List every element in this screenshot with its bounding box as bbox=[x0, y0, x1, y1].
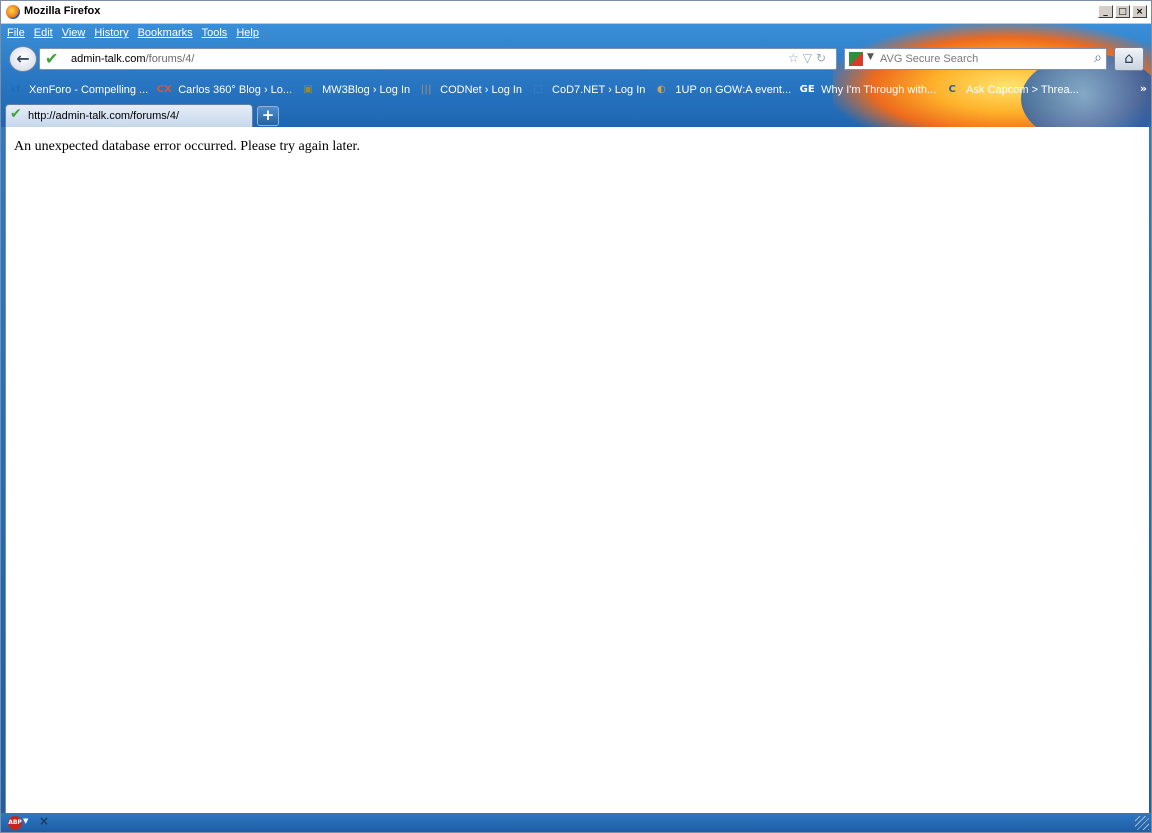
firefox-logo-icon bbox=[6, 5, 20, 19]
bookmark-star-icon[interactable]: ☆ bbox=[788, 51, 803, 65]
menu-history[interactable]: History bbox=[94, 27, 128, 39]
bookmark-favicon-icon: ⬚ bbox=[533, 84, 543, 95]
bookmark-item[interactable]: CX Carlos 360° Blog › Lo... bbox=[156, 82, 292, 98]
bookmarks-overflow-chevron-icon[interactable]: » bbox=[1140, 82, 1147, 95]
plus-icon: + bbox=[261, 106, 275, 124]
new-tab-button[interactable]: + bbox=[257, 106, 279, 126]
bookmark-favicon-icon: xf bbox=[9, 84, 21, 95]
url-path: /forums/4/ bbox=[145, 53, 195, 65]
bookmark-favicon-icon: GE bbox=[799, 84, 815, 95]
search-icon[interactable]: ⌕ bbox=[1094, 50, 1102, 66]
search-input[interactable]: AVG Secure Search bbox=[880, 53, 978, 65]
search-bar[interactable]: ▼ AVG Secure Search ⌕ bbox=[844, 48, 1107, 70]
bookmark-label: MW3Blog › Log In bbox=[322, 84, 411, 96]
error-message: An unexpected database error occurred. P… bbox=[14, 139, 360, 154]
bookmark-item[interactable]: ◐ 1UP on GOW:A event... bbox=[653, 82, 791, 98]
menu-tools[interactable]: Tools bbox=[202, 27, 228, 39]
reload-icon[interactable]: ↻ bbox=[816, 51, 830, 65]
site-identity-check-icon[interactable]: ✔ bbox=[45, 49, 58, 69]
title-bar: Mozilla Firefox _ □ × bbox=[1, 1, 1151, 24]
menu-bookmarks[interactable]: Bookmarks bbox=[138, 27, 193, 39]
tab-favicon-check-icon: ✔ bbox=[10, 106, 22, 122]
bookmark-item[interactable]: C Ask Capcom > Threa... bbox=[944, 82, 1079, 98]
browser-toolbar-area: File Edit View History Bookmarks Tools H… bbox=[1, 24, 1151, 127]
page-content: An unexpected database error occurred. P… bbox=[5, 127, 1149, 813]
window-controls: _ □ × bbox=[1098, 5, 1147, 18]
avg-icon[interactable] bbox=[849, 52, 863, 66]
bookmark-item[interactable]: ⬚ CoD7.NET › Log In bbox=[530, 82, 645, 98]
resize-grip-icon[interactable] bbox=[1135, 816, 1149, 830]
menu-view[interactable]: View bbox=[62, 27, 86, 39]
home-icon: ⌂ bbox=[1124, 49, 1134, 67]
tab-strip: ✔ http://admin-talk.com/forums/4/ + bbox=[1, 102, 1151, 127]
bookmark-label: Ask Capcom > Threa... bbox=[966, 84, 1079, 96]
bookmark-label: 1UP on GOW:A event... bbox=[675, 84, 792, 96]
bookmark-favicon-icon: ||| bbox=[420, 84, 432, 95]
url-dropdown-icon[interactable]: ▽ bbox=[803, 51, 816, 65]
bookmark-label: CoD7.NET › Log In bbox=[552, 84, 646, 96]
bookmark-item[interactable]: xf XenForo - Compelling ... bbox=[7, 82, 149, 98]
bookmark-favicon-icon: ◐ bbox=[657, 84, 666, 95]
maximize-button[interactable]: □ bbox=[1115, 5, 1130, 18]
adblock-dropdown-icon[interactable]: ▼ bbox=[23, 817, 28, 825]
home-button[interactable]: ⌂ bbox=[1114, 47, 1144, 71]
bookmark-item[interactable]: ||| CODNet › Log In bbox=[418, 82, 522, 98]
menu-file[interactable]: File bbox=[7, 27, 25, 39]
url-bar[interactable]: ✔ admin-talk.com/forums/4/ ☆▽↻ bbox=[39, 48, 837, 70]
status-bar: ABP ▼ × bbox=[1, 813, 1151, 832]
back-button[interactable]: ← bbox=[9, 46, 37, 72]
window-title: Mozilla Firefox bbox=[24, 5, 101, 17]
menu-edit[interactable]: Edit bbox=[34, 27, 53, 39]
back-arrow-icon: ← bbox=[16, 49, 30, 68]
adblock-plus-icon[interactable]: ABP bbox=[8, 816, 22, 830]
navigation-bar: ← ✔ admin-talk.com/forums/4/ ☆▽↻ ▼ AVG S… bbox=[1, 46, 1151, 72]
tab-active[interactable]: ✔ http://admin-talk.com/forums/4/ bbox=[5, 104, 253, 127]
close-button[interactable]: × bbox=[1132, 5, 1147, 18]
bookmark-item[interactable]: ▣ MW3Blog › Log In bbox=[300, 82, 410, 98]
bookmark-favicon-icon: CX bbox=[156, 84, 172, 95]
bookmark-favicon-icon: C bbox=[948, 84, 956, 95]
bookmark-label: CODNet › Log In bbox=[440, 84, 523, 96]
close-addon-bar-icon[interactable]: × bbox=[39, 814, 49, 828]
bookmarks-toolbar: xf XenForo - Compelling ... CX Carlos 360° … bbox=[1, 79, 1151, 101]
menu-help[interactable]: Help bbox=[236, 27, 259, 39]
tab-title: http://admin-talk.com/forums/4/ bbox=[28, 110, 179, 122]
browser-window: Mozilla Firefox _ □ × File Edit View His… bbox=[0, 0, 1152, 833]
minimize-button[interactable]: _ bbox=[1098, 5, 1113, 18]
menu-bar: File Edit View History Bookmarks Tools H… bbox=[7, 27, 259, 39]
url-actions: ☆▽↻ bbox=[788, 51, 830, 65]
bookmark-label: Carlos 360° Blog › Lo... bbox=[178, 84, 293, 96]
bookmark-favicon-icon: ▣ bbox=[303, 84, 313, 95]
url-text[interactable]: admin-talk.com/forums/4/ bbox=[71, 53, 194, 65]
bookmark-label: Why I'm Through with... bbox=[821, 84, 937, 96]
search-engine-dropdown-icon[interactable]: ▼ bbox=[867, 52, 874, 62]
bookmark-item[interactable]: GE Why I'm Through with... bbox=[799, 82, 937, 98]
bookmark-label: XenForo - Compelling ... bbox=[29, 84, 149, 96]
url-domain: admin-talk.com bbox=[71, 53, 146, 65]
